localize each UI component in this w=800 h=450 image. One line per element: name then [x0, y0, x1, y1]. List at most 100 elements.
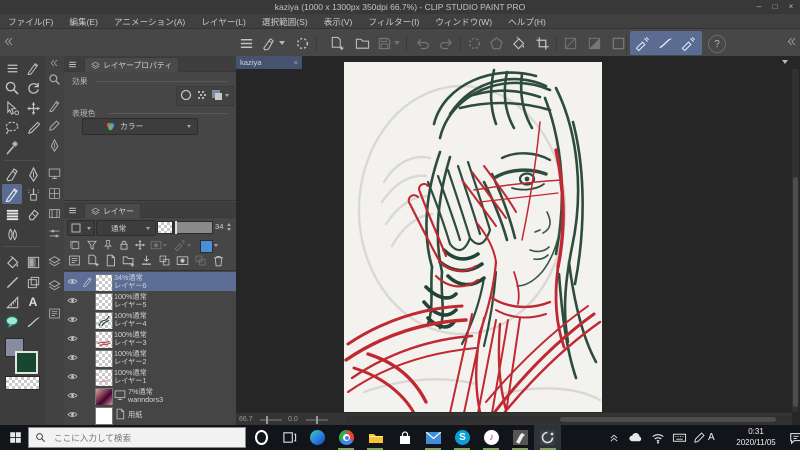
minimize-button[interactable]: – — [752, 1, 766, 13]
visibility-eye-icon[interactable] — [67, 352, 78, 363]
layer-thumbnail[interactable] — [95, 368, 113, 387]
clip-studio-paint-active-icon[interactable] — [538, 428, 557, 447]
layer-row[interactable]: 100%通常 レイヤー2 — [64, 348, 236, 368]
chrome-icon[interactable] — [337, 428, 356, 447]
onedrive-icon[interactable] — [626, 428, 645, 447]
dock-tool-property-icon[interactable] — [47, 118, 62, 133]
visibility-eye-icon[interactable] — [67, 390, 78, 401]
menu-help[interactable]: ヘルプ(H) — [500, 14, 554, 28]
snap-grid-button[interactable] — [678, 33, 698, 53]
collapse-left-icon[interactable] — [3, 36, 14, 47]
canvas-chevron-icon[interactable] — [782, 60, 788, 64]
dock-layer-property-icon[interactable] — [47, 254, 62, 269]
clock-date[interactable]: 2020/11/05 — [728, 438, 784, 447]
tool-figure[interactable] — [2, 272, 22, 292]
new-folder-icon[interactable] — [122, 254, 135, 267]
tool-fill[interactable] — [2, 252, 22, 272]
dock-collapse-icon[interactable] — [49, 58, 59, 68]
clip-studio-icon[interactable] — [511, 428, 530, 447]
tab-layer-property[interactable]: レイヤープロパティ — [84, 57, 180, 72]
open-file-button[interactable] — [352, 33, 372, 53]
search-input[interactable] — [52, 431, 226, 444]
tool-text[interactable]: A — [23, 292, 43, 312]
new-file-button[interactable] — [326, 33, 346, 53]
tool-move-layer[interactable] — [23, 98, 43, 118]
file-explorer-icon[interactable] — [366, 428, 385, 447]
layer-row[interactable]: 100%通常 レイヤー1 — [64, 367, 236, 387]
panel-menu-icon[interactable] — [68, 60, 77, 69]
menu-file[interactable]: ファイル(F) — [0, 14, 61, 28]
tool-eraser[interactable] — [23, 204, 43, 224]
start-button[interactable] — [9, 431, 22, 444]
create-layer-mask-icon[interactable] — [176, 254, 189, 267]
sub-color-swatch-selected[interactable] — [15, 351, 38, 374]
tool-zoom[interactable] — [2, 78, 22, 98]
maximize-button[interactable]: □ — [768, 1, 782, 13]
canvas-document[interactable] — [344, 62, 602, 415]
tool-frame-border[interactable] — [23, 272, 43, 292]
lock-transparent-pixels-icon[interactable] — [134, 239, 146, 251]
expression-color-dropdown[interactable]: カラー — [82, 118, 198, 135]
palette-color-dropdown[interactable] — [67, 220, 95, 236]
menu-layer[interactable]: レイヤー(L) — [193, 14, 254, 28]
vertical-scrollbar-thumb[interactable] — [793, 177, 798, 407]
wifi-icon[interactable] — [648, 428, 667, 447]
document-tab[interactable]: kaziya × — [236, 56, 302, 69]
action-center-icon[interactable] — [786, 428, 800, 447]
skype-icon[interactable]: S — [453, 428, 472, 447]
visibility-eye-icon[interactable] — [67, 333, 78, 344]
selection-invert-button[interactable] — [584, 33, 604, 53]
snap-ruler-button[interactable] — [632, 33, 652, 53]
opacity-stepper[interactable] — [227, 223, 231, 231]
dock-tool-settings-icon[interactable] — [47, 226, 62, 241]
layer-name[interactable]: レイヤー1 — [114, 376, 147, 385]
dock-quick-access-icon[interactable] — [47, 72, 62, 87]
enable-mask-icon[interactable] — [150, 239, 162, 251]
selection-off-button[interactable] — [560, 33, 580, 53]
task-view-icon[interactable] — [280, 428, 299, 447]
visibility-eye-icon[interactable] — [67, 276, 78, 287]
zoom-slider-handle[interactable] — [266, 416, 268, 424]
layer-row[interactable]: 7%通常 wanndors3 — [64, 386, 236, 406]
ruler-display-icon[interactable] — [174, 239, 186, 251]
draft-layer-icon[interactable] — [102, 239, 114, 251]
layer-name[interactable]: レイヤー2 — [114, 357, 147, 366]
layer-row-paper[interactable]: 用紙 — [64, 405, 236, 426]
paper-thumbnail[interactable] — [95, 406, 113, 425]
visibility-eye-icon[interactable] — [67, 295, 78, 306]
dock-info-icon[interactable] — [47, 306, 62, 321]
close-button[interactable]: × — [784, 1, 798, 13]
tool-balloon[interactable] — [2, 312, 22, 332]
lock-layer-icon[interactable] — [118, 239, 130, 251]
transparent-color-swatch[interactable] — [5, 376, 40, 390]
transfer-to-lower-layer-icon[interactable] — [140, 254, 153, 267]
tool-operation[interactable] — [2, 98, 22, 118]
save-chevron-icon[interactable] — [394, 41, 400, 45]
horizontal-scrollbar[interactable] — [346, 416, 792, 423]
layer-row-selected[interactable]: 34%通常 レイヤー6 — [64, 272, 236, 292]
crop-button[interactable] — [532, 33, 552, 53]
redo-button[interactable] — [436, 33, 456, 53]
opera-icon[interactable] — [252, 428, 271, 447]
save-button[interactable] — [374, 33, 394, 53]
reselect-button[interactable] — [486, 33, 506, 53]
open-clip-studio-button[interactable] — [292, 33, 312, 53]
selection-border-button[interactable] — [608, 33, 628, 53]
zoom-slider[interactable] — [260, 419, 282, 421]
tool-line-correction[interactable] — [23, 312, 43, 332]
tool-gradient[interactable] — [23, 252, 43, 272]
layer-name[interactable]: レイヤー4 — [114, 319, 147, 328]
layer-thumbnail[interactable] — [95, 330, 113, 349]
dock-timeline-icon[interactable] — [47, 206, 62, 221]
layer-thumbnail[interactable] — [95, 349, 113, 368]
menu-animation[interactable]: アニメーション(A) — [106, 14, 193, 28]
main-menu-button[interactable] — [236, 33, 256, 53]
dock-layer-icon[interactable] — [47, 278, 62, 293]
tool-ruler[interactable] — [2, 292, 22, 312]
new-layer-icon[interactable] — [86, 254, 99, 267]
opacity-slider[interactable] — [157, 221, 213, 234]
collapse-right-icon[interactable] — [786, 36, 797, 47]
blend-mode-dropdown[interactable]: 通常 — [96, 220, 156, 236]
taskbar-search[interactable] — [28, 427, 246, 448]
tray-expand-icon[interactable] — [604, 428, 623, 447]
